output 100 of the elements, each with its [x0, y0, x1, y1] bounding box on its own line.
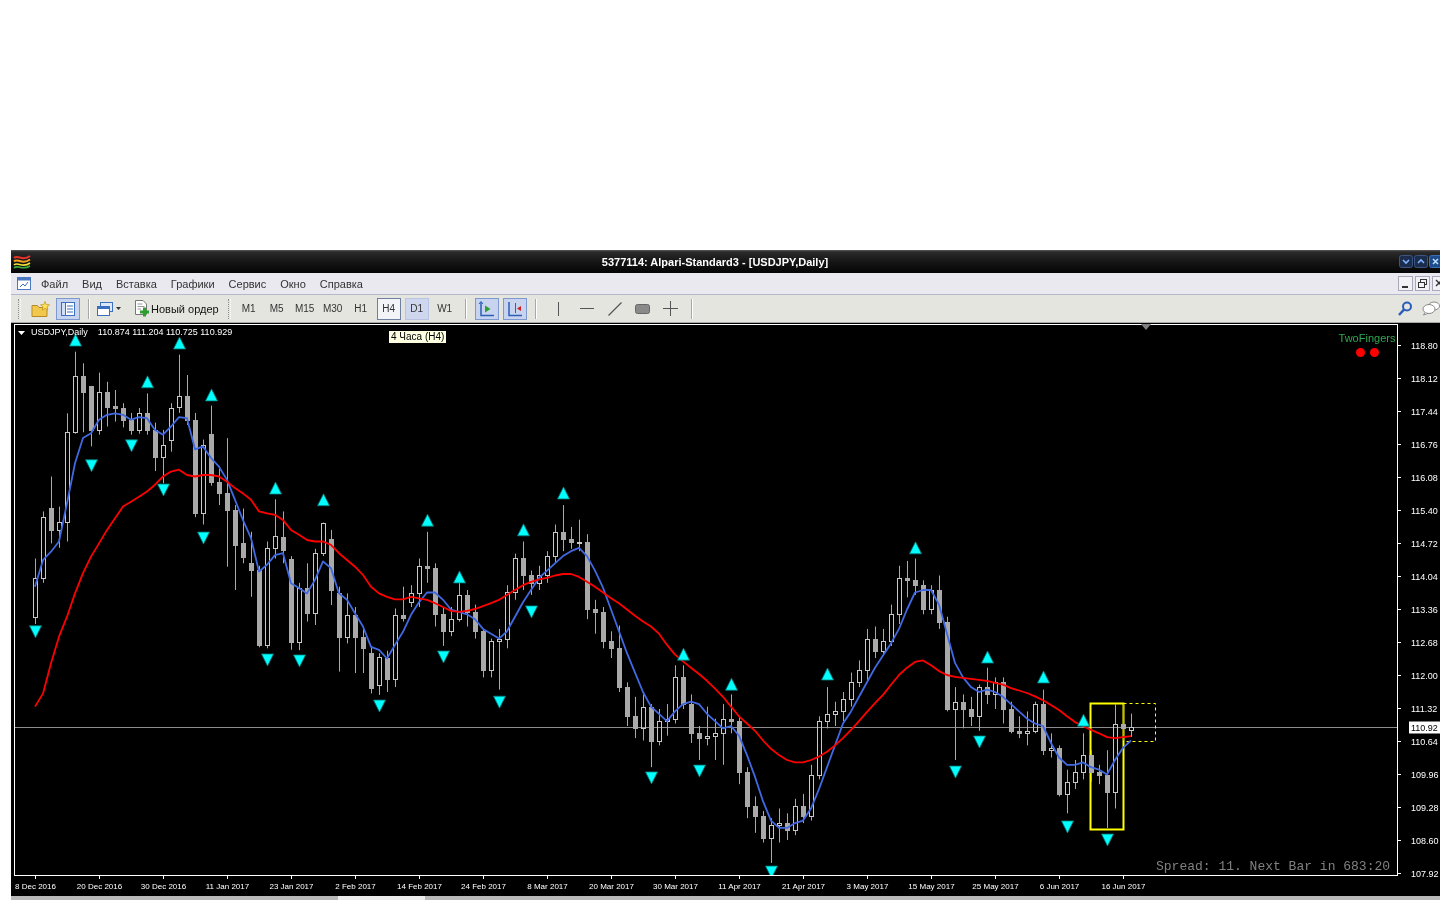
candle [537, 565, 542, 591]
timeframe-button[interactable]: M5 [264, 297, 289, 320]
menu-item[interactable]: Графики [163, 273, 222, 294]
price-axis-label: 118.80 [1411, 341, 1438, 351]
menu-item[interactable]: Вставка [108, 273, 164, 294]
price-axis-label: 116.08 [1411, 473, 1438, 483]
candle [761, 810, 766, 843]
candle [825, 686, 830, 729]
price-axis-label: 118.12 [1411, 374, 1438, 384]
candle [465, 589, 470, 627]
candle [249, 531, 254, 598]
candle [665, 703, 670, 737]
candle [561, 504, 566, 552]
candle [545, 550, 550, 584]
new-order-button[interactable]: Новый ордер [129, 297, 223, 320]
chevron-down-icon[interactable] [1399, 255, 1413, 268]
window-stack-icon[interactable] [96, 300, 114, 317]
candle [433, 562, 438, 627]
price-axis-label: 107.92 [1411, 869, 1439, 879]
timeframe-button[interactable]: H4 [376, 297, 401, 320]
diagonal-line-icon[interactable] [607, 301, 622, 316]
menu-item[interactable]: Сервис [221, 273, 274, 294]
price-axis-label: 114.72 [1411, 539, 1438, 549]
candle [497, 628, 502, 691]
candle [849, 672, 854, 708]
candle [1041, 689, 1046, 756]
candle [657, 708, 662, 746]
toolbar-toggle-button[interactable] [502, 297, 527, 320]
candle [137, 407, 142, 435]
timeframe-button[interactable]: M30 [320, 297, 345, 320]
scrollbar-thumb[interactable] [338, 896, 425, 900]
toolbar-toggle-button[interactable] [56, 297, 80, 320]
candle [801, 793, 806, 824]
toolbar-toggle-button[interactable] [474, 297, 499, 320]
candle [161, 429, 166, 484]
candle [505, 584, 510, 649]
document-plus-icon [133, 300, 149, 317]
close-icon[interactable] [1429, 255, 1440, 268]
timeframe-button[interactable]: M1 [236, 297, 261, 320]
candle [473, 604, 478, 640]
price-axis-label: 114.04 [1411, 572, 1438, 582]
timeframe-button[interactable]: W1 [432, 297, 457, 320]
rectangle-icon[interactable] [635, 303, 651, 314]
candle [417, 558, 422, 608]
candle [241, 508, 246, 564]
candle [121, 402, 126, 428]
date-axis-label: 30 Dec 2016 [140, 882, 187, 891]
caret-icon[interactable] [116, 307, 121, 310]
candle [697, 725, 702, 761]
candle [1065, 769, 1070, 814]
date-axis-label: 6 Jun 2017 [1039, 882, 1080, 891]
timeframe-button[interactable]: D1 [404, 297, 429, 320]
candle [985, 667, 990, 705]
close-icon[interactable] [1432, 276, 1440, 291]
candle [369, 645, 374, 694]
menu-item[interactable]: Файл [34, 273, 76, 294]
menu-item[interactable]: Вид [75, 273, 109, 294]
candle [113, 389, 118, 423]
chevron-up-icon[interactable] [1414, 255, 1428, 268]
price-axis-label: 112.68 [1411, 638, 1438, 648]
triangle-marker-icon[interactable] [1141, 324, 1151, 330]
candle [361, 628, 366, 674]
crosshair-icon[interactable] [663, 301, 679, 316]
timeframe-button[interactable]: M15 [292, 297, 317, 320]
menu-item[interactable]: Справка [312, 273, 370, 294]
timeframe-button[interactable]: H1 [348, 297, 373, 320]
chart-window-icon[interactable] [16, 276, 32, 291]
speech-bubbles-icon[interactable] [1422, 301, 1440, 316]
menu-item[interactable]: Окно [273, 273, 313, 294]
candle [377, 652, 382, 696]
candle [1017, 715, 1022, 739]
horizontal-line-icon[interactable] [579, 307, 594, 310]
folder-star-icon [30, 300, 50, 317]
app-icon[interactable] [13, 253, 31, 270]
down-triangle-icon[interactable] [18, 330, 25, 335]
search-icon[interactable] [1398, 301, 1412, 316]
date-axis-label: 20 Mar 2017 [589, 882, 634, 891]
candle [345, 592, 350, 644]
candle [1049, 732, 1054, 758]
candle [1001, 676, 1006, 724]
vertical-line-icon[interactable] [557, 301, 561, 316]
candle [753, 795, 758, 834]
candle [577, 519, 582, 552]
candle [833, 701, 838, 727]
window-title: 5377114: Alpari-Standard3 - [USDJPY,Daily] [600, 255, 830, 268]
restore-icon[interactable] [1415, 276, 1430, 291]
date-axis-label: 24 Feb 2017 [461, 882, 506, 891]
candle [609, 630, 614, 659]
candle [89, 385, 94, 447]
list-window-icon [60, 300, 76, 317]
price-axis-label: 112.00 [1411, 671, 1438, 681]
candle [33, 558, 38, 625]
candle [793, 798, 798, 836]
candle [1089, 749, 1094, 783]
price-axis-label: 108.60 [1411, 836, 1439, 846]
date-axis-label: 14 Feb 2017 [397, 882, 442, 891]
date-axis-label: 11 Jan 2017 [205, 882, 250, 891]
candle [553, 524, 558, 564]
candle [409, 584, 414, 608]
minimize-icon[interactable] [1398, 276, 1413, 291]
